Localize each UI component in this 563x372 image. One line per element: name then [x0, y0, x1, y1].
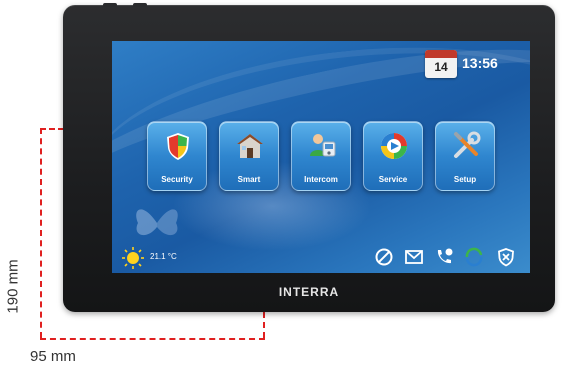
width-dimension-tick	[263, 312, 265, 338]
service-icon	[381, 133, 407, 159]
sun-icon	[122, 247, 144, 269]
width-dimension-line	[40, 338, 265, 340]
sync-icon[interactable]	[464, 247, 484, 267]
status-bar: 21.1 °C	[112, 241, 530, 273]
app-label: Security	[161, 175, 193, 184]
mail-icon[interactable]	[404, 247, 424, 267]
shield-icon	[167, 133, 189, 160]
device-top-button	[103, 3, 117, 7]
do-not-disturb-icon[interactable]	[374, 247, 394, 267]
app-tile-service[interactable]: Service	[363, 121, 423, 191]
shield-alarm-icon[interactable]	[496, 247, 516, 267]
app-tile-setup[interactable]: Setup	[435, 121, 495, 191]
app-label: Service	[378, 175, 408, 184]
butterfly-decoration	[136, 209, 178, 236]
app-tile-intercom[interactable]: Intercom	[291, 121, 351, 191]
width-dimension-label: 95 mm	[30, 348, 76, 365]
app-tile-security[interactable]: Security	[147, 121, 207, 191]
app-label: Intercom	[304, 175, 338, 184]
app-label: Smart	[237, 175, 261, 184]
tools-icon	[454, 131, 481, 158]
intercom-icon	[310, 134, 336, 157]
house-icon	[237, 134, 263, 158]
phone-icon[interactable]	[434, 247, 454, 267]
app-label: Setup	[453, 175, 477, 184]
calendar-icon[interactable]: 14	[425, 50, 457, 78]
brand-logo: INTERRA	[278, 285, 340, 299]
app-tile-smart[interactable]: Smart	[219, 121, 279, 191]
device-top-button	[133, 3, 147, 7]
height-dimension-line	[40, 128, 42, 338]
height-dimension-label: 190 mm	[4, 259, 22, 314]
height-dimension-tick	[40, 128, 64, 130]
calendar-day: 14	[434, 60, 448, 74]
status-icons	[374, 247, 520, 267]
clock-time: 13:56	[462, 55, 498, 71]
temperature-readout: 21.1 °C	[150, 252, 177, 261]
app-launcher: Security Smart Intercom Service Setup	[147, 121, 497, 191]
touch-screen: 14 13:56 Security Smart Intercom Service…	[112, 41, 530, 273]
